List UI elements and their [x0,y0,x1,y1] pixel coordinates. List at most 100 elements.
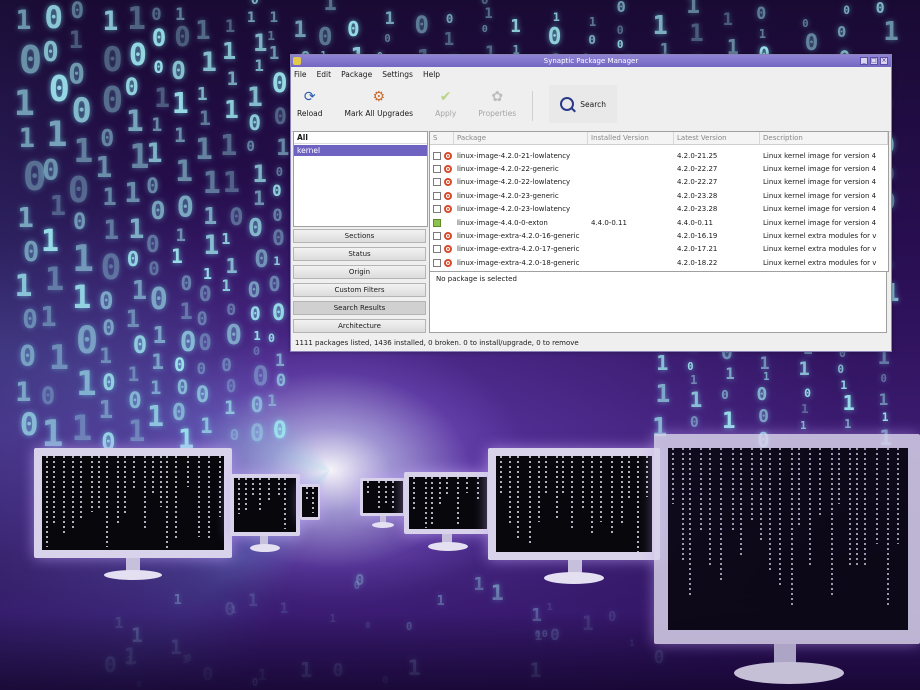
column-installed-version[interactable]: Installed Version [588,132,674,144]
table-row[interactable]: linux-image-extra-4.2.0-16-generic 4.2.0-… [430,229,888,242]
architecture-button[interactable]: Architecture [293,319,426,333]
mark-checkbox[interactable] [433,191,441,200]
table-row[interactable]: linux-image-extra-4.2.0-18-generic 4.2.0-… [430,256,888,269]
column-status[interactable]: S [430,132,454,144]
apply-button[interactable]: ✔ Apply [435,89,456,118]
binary-digit: 0 [616,37,624,51]
column-description[interactable]: Description [760,132,888,144]
binary-digit: 1 [267,391,277,411]
column-latest-version[interactable]: Latest Version [674,132,760,144]
window-titlebar[interactable]: Synaptic Package Manager _ □ × [291,55,891,67]
binary-digit: 0 [171,56,186,86]
binary-digit: 0 [150,196,166,226]
maximize-icon[interactable]: □ [870,57,878,65]
table-row[interactable]: linux-image-4.4.0-0-exton 4.4.0-0.11 4.4.0… [430,216,888,229]
row-package: linux-image-extra-4.2.0-18-generic [457,258,580,267]
row-status [430,218,454,227]
table-row[interactable]: linux-image-4.2.0-21-lowlatency 4.2.0-21.… [430,149,888,162]
row-status [430,151,454,160]
binary-digit: 1 [203,230,220,262]
binary-digit: 0 [384,33,391,46]
binary-digit: 0 [249,303,261,325]
binary-digit: 0 [229,425,239,444]
binary-digit: 1 [146,137,163,169]
binary-digit: 1 [725,363,735,383]
screen-code-column [439,477,441,507]
screen-code-column [106,456,109,547]
mark-checkbox[interactable] [433,258,441,267]
binary-digit: 1 [224,398,236,420]
binary-digit: 0 [250,0,259,9]
mark-checkbox[interactable] [433,245,441,254]
column-package[interactable]: Package [454,132,588,144]
binary-digit: 1 [175,225,186,246]
origin-button[interactable]: Origin [293,265,426,279]
filter-item-kernel[interactable]: kernel [294,145,427,156]
menu-edit[interactable]: Edit [317,70,332,79]
filter-list-header[interactable]: All [294,132,427,144]
menu-help[interactable]: Help [423,70,440,79]
table-row[interactable]: linux-image-4.2.0-23-lowlatency 4.2.0-23.… [430,203,888,216]
binary-digit: 1 [722,10,733,31]
binary-digit: 1 [588,14,597,29]
table-row[interactable]: linux-image-4.2.0-22-lowlatency 4.2.0-22.… [430,176,888,189]
binary-digit: 0 [18,37,43,83]
table-row[interactable]: linux-image-extra-4.2.0-17-generic 4.2.0-… [430,243,888,256]
installed-checkbox[interactable] [433,218,441,227]
row-latest-version: 4.2.0-18.22 [677,258,718,267]
screen-code-column [424,477,427,528]
row-package: linux-image-4.2.0-23-generic [457,191,559,200]
search-button[interactable]: Search [549,85,618,123]
row-description: Linux kernel image for version 4 [763,165,877,174]
screen-code-column [143,456,146,530]
mark-checkbox[interactable] [433,178,441,187]
properties-button[interactable]: ✿ Properties [478,89,516,118]
screen-code-column [750,448,753,521]
binary-digit: 1 [689,372,698,387]
binary-digit: 0 [176,375,189,399]
binary-digit: 1 [40,223,60,259]
menu-settings[interactable]: Settings [382,70,413,79]
mark-checkbox[interactable] [433,232,441,241]
screen-code-column [555,456,558,519]
binary-digit: 1 [15,4,32,36]
binary-digit: 1 [273,254,281,269]
synaptic-app-icon [293,57,301,65]
table-row[interactable]: linux-image-4.2.0-23-generic 4.2.0-23.28 L… [430,189,888,202]
search-results-button[interactable]: Search Results [293,301,426,315]
minimize-icon[interactable]: _ [860,57,868,65]
custom-filters-button[interactable]: Custom Filters [293,283,426,297]
binary-digit: 1 [656,351,669,376]
screen-code-column [413,477,415,509]
row-status [430,245,454,254]
binary-digit: 0 [42,153,60,188]
binary-digit: 1 [222,164,240,199]
binary-digit: 0 [249,419,265,448]
close-icon[interactable]: × [880,57,888,65]
binary-digit: 0 [271,69,288,100]
menu-package[interactable]: Package [341,70,372,79]
binary-digit: 1 [268,44,280,65]
screen-code-column [46,456,48,547]
binary-digit: 1 [131,275,148,306]
table-row[interactable]: linux-image-4.2.0-22-generic 4.2.0-22.27 L… [430,162,888,175]
binary-digit: 1 [95,150,113,184]
status-button[interactable]: Status [293,247,426,261]
reload-label: Reload [297,109,323,118]
binary-digit: 0 [195,382,210,409]
screen-code-column [808,448,811,568]
mark-checkbox[interactable] [433,165,441,174]
binary-digit: 0 [273,105,287,131]
mark-checkbox[interactable] [433,151,441,160]
binary-digit: 0 [271,299,286,326]
reload-button[interactable]: ⟳ Reload [297,89,323,118]
menu-file[interactable]: File [294,70,307,79]
sections-button[interactable]: Sections [293,229,426,243]
binary-digit: 0 [272,226,285,250]
mark-all-upgrades-button[interactable]: ⚙ Mark All Upgrades [345,89,414,118]
mark-checkbox[interactable] [433,205,441,214]
binary-digit: 0 [124,72,139,101]
binary-digit: 1 [226,68,238,90]
binary-digit: 0 [616,23,624,38]
wallpaper-monitor [300,484,320,524]
